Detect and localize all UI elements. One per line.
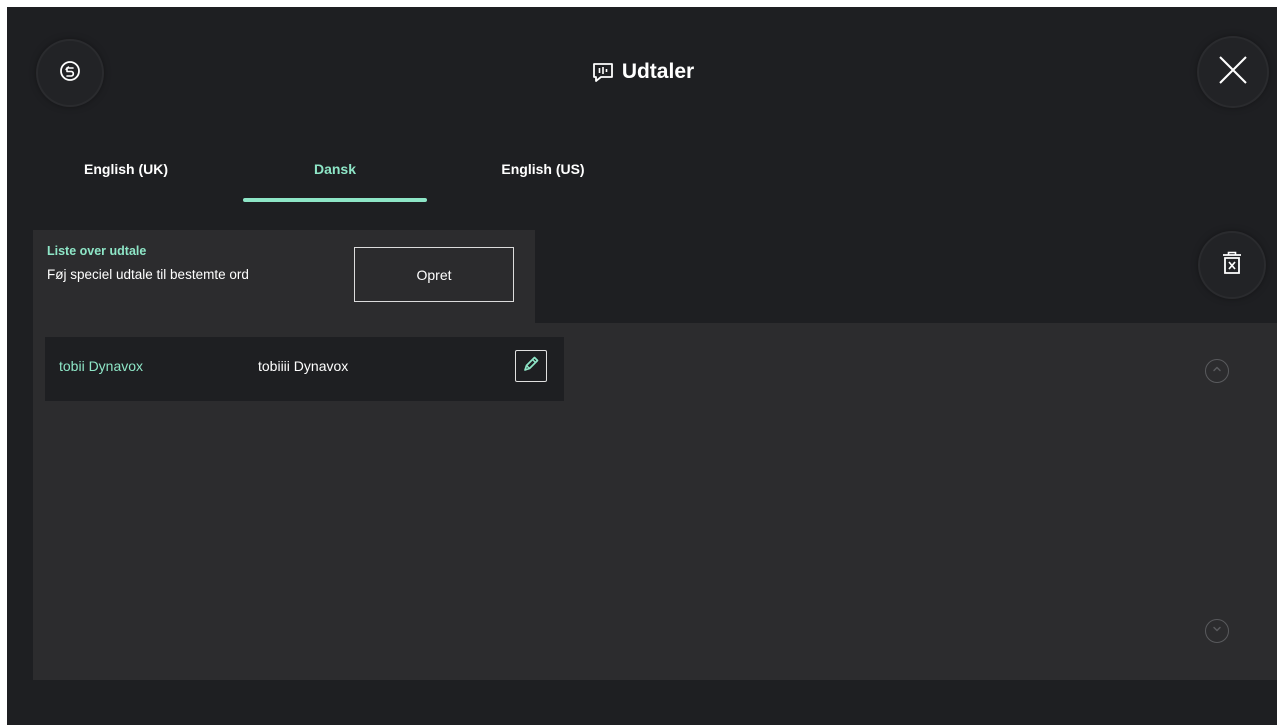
close-x-icon: [1216, 53, 1250, 92]
speech-bubble-icon: [590, 59, 616, 85]
trash-icon: [1219, 249, 1245, 282]
tab-english-us[interactable]: English (US): [451, 157, 635, 181]
chevron-down-icon: [1211, 622, 1223, 640]
list-item[interactable]: tobii Dynavox tobiiii Dynavox: [45, 337, 564, 401]
active-tab-indicator: [243, 198, 427, 202]
entry-word: tobii Dynavox: [59, 358, 144, 374]
scroll-down-button[interactable]: [1205, 619, 1229, 643]
edit-button[interactable]: [515, 350, 547, 382]
create-button[interactable]: Opret: [354, 247, 514, 302]
tab-dansk[interactable]: Dansk: [243, 157, 427, 181]
page-title-text: Udtaler: [621, 60, 695, 83]
tab-english-uk[interactable]: English (UK): [34, 157, 218, 181]
entry-pronunciation: tobiiii Dynavox: [258, 358, 349, 374]
list-heading: Liste over udtale: [47, 244, 147, 258]
list-description: Føj speciel udtale til bestemte ord: [47, 267, 249, 282]
page-title: Udtaler: [7, 57, 1277, 87]
scroll-up-button[interactable]: [1205, 359, 1229, 383]
chevron-up-icon: [1211, 362, 1223, 380]
delete-button[interactable]: [1200, 233, 1264, 297]
pencil-icon: [520, 353, 542, 380]
pronunciation-window: Udtaler English (UK) Dansk English (US) …: [7, 7, 1277, 725]
close-button[interactable]: [1199, 38, 1267, 106]
